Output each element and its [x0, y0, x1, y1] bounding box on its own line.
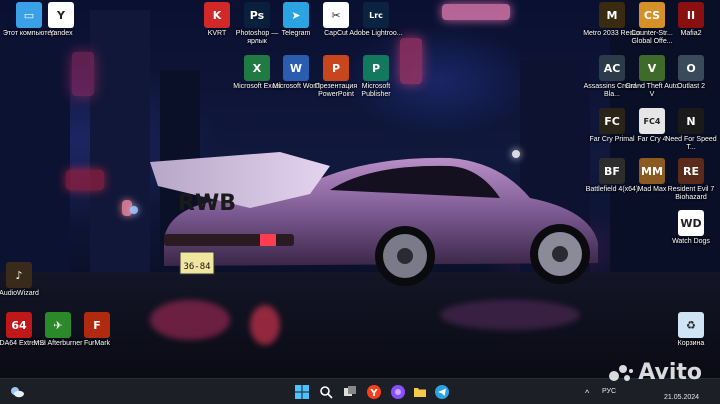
desktop-icon-label: Outlast 2	[676, 83, 705, 90]
desktop-icon-label: FurMark	[83, 340, 111, 347]
watermark-text: Avito	[638, 360, 702, 385]
taskbar-telegram-button[interactable]	[433, 383, 451, 401]
desktop-icon-label: Need For Speed T...	[665, 136, 717, 151]
desktop-icon-label: Mafia2	[680, 30, 702, 37]
alice-icon	[391, 385, 405, 399]
outlast-icon: O	[678, 55, 704, 81]
search-button[interactable]	[317, 383, 335, 401]
yandex-icon: Y	[367, 385, 381, 399]
avito-logo-icon	[609, 364, 634, 381]
svg-text:Y: Y	[369, 388, 378, 399]
metro-icon: M	[599, 2, 625, 28]
weather-widget-icon[interactable]	[8, 383, 26, 401]
desktop-icon-label: Корзина	[677, 340, 705, 347]
desktop-icon-watchdogs[interactable]: WD Watch Dogs	[662, 210, 720, 246]
desktop-icon-label: Watch Dogs	[672, 238, 710, 245]
desktop-icon-label: Adobe Lightroo...	[349, 30, 403, 37]
battlefield-icon: BF	[599, 158, 625, 184]
avito-watermark: Avito	[608, 360, 702, 385]
tray-overflow-chevron[interactable]: ^	[585, 388, 589, 398]
lightroom-icon: Lrc	[363, 2, 389, 28]
capcut-icon: ✂	[323, 2, 349, 28]
farcry-primal-icon: FC	[599, 108, 625, 134]
desktop-icon-label: Microsoft Publisher	[361, 83, 391, 98]
desktop-icon-label: AudioWizard	[0, 290, 39, 297]
desktop-icon-lightroom[interactable]: Lrc Adobe Lightroo...	[347, 2, 405, 38]
folder-icon	[414, 388, 426, 397]
desktop-icon-outlast[interactable]: O Outlast 2	[662, 55, 720, 91]
mafia2-icon: II	[678, 2, 704, 28]
desktop-icon-recycle[interactable]: ♻ Корзина	[662, 312, 720, 348]
desktop-icon-mafia2[interactable]: II Mafia2	[662, 2, 720, 38]
nfs-icon: N	[678, 108, 704, 134]
telegram-icon: ➤	[283, 2, 309, 28]
input-language-indicator[interactable]: РУС	[602, 388, 616, 395]
desktop-icon-label: Yandex	[49, 30, 73, 37]
taskbar-yandex-button[interactable]: Y	[365, 383, 383, 401]
yandex-icon: Y	[48, 2, 74, 28]
start-button[interactable]	[293, 383, 311, 401]
desktop-icon-yandex[interactable]: Y Yandex	[32, 2, 90, 38]
taskbar-alice-button[interactable]	[389, 383, 407, 401]
taskbar-explorer-button[interactable]	[411, 383, 429, 401]
powerpoint-icon: P	[323, 55, 349, 81]
furmark-icon: F	[84, 312, 110, 338]
windows-logo-icon	[295, 385, 309, 399]
tray-date[interactable]: 21.05.2024	[664, 394, 699, 401]
desktop-icon-publisher[interactable]: P Microsoft Publisher	[347, 55, 405, 99]
task-view-button[interactable]	[341, 383, 359, 401]
recycle-icon: ♻	[678, 312, 704, 338]
search-icon	[320, 386, 333, 399]
car-illustration: RWB 36-84	[150, 152, 598, 286]
telegram-icon	[435, 385, 449, 399]
car-wing-text: RWB	[178, 191, 236, 216]
kvrt-icon: K	[204, 2, 230, 28]
assassins-icon: AC	[599, 55, 625, 81]
publisher-icon: P	[363, 55, 389, 81]
desktop-icon-audiowizard[interactable]: ♪ AudioWizard	[0, 262, 48, 298]
license-plate-text: 36-84	[183, 262, 210, 272]
task-view-icon	[344, 386, 356, 396]
desktop-icon-furmark[interactable]: F FurMark	[68, 312, 126, 348]
desktop-icon-re7[interactable]: RE Resident Evil 7 Biohazard	[662, 158, 720, 202]
watchdogs-icon: WD	[678, 210, 704, 236]
desktop-icon-nfs[interactable]: N Need For Speed T...	[662, 108, 720, 152]
word-icon: W	[283, 55, 309, 81]
audiowizard-icon: ♪	[6, 262, 32, 288]
desktop-icon-label: Resident Evil 7 Biohazard	[667, 186, 715, 201]
re7-icon: RE	[678, 158, 704, 184]
